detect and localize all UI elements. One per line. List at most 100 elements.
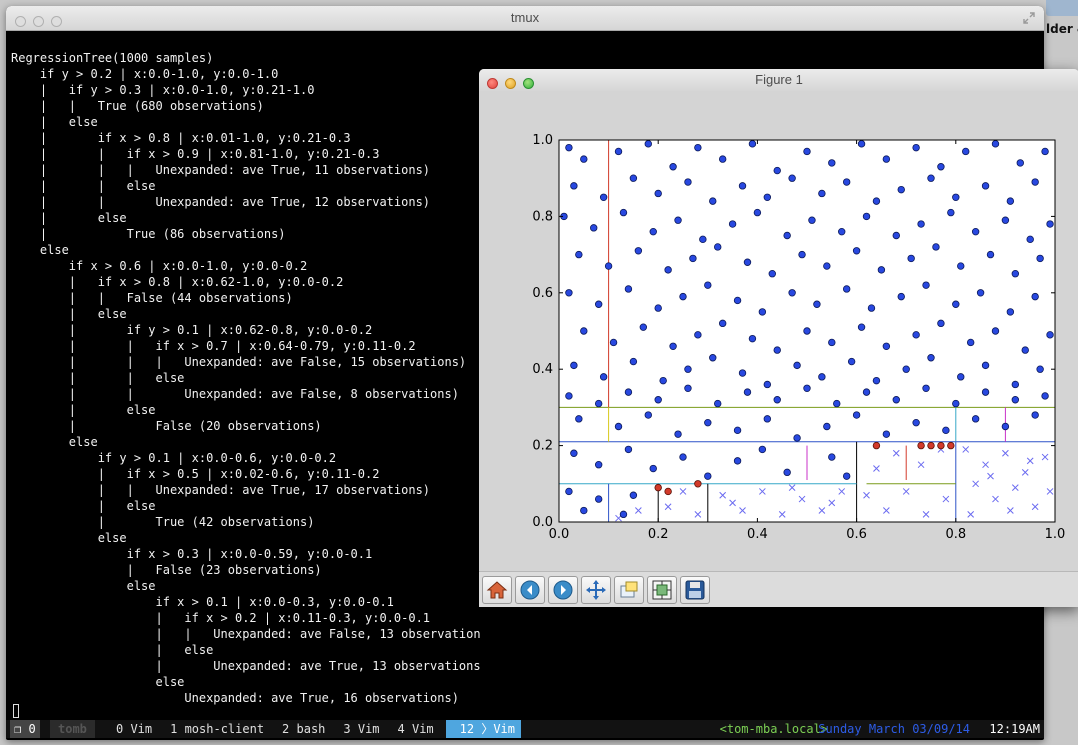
true-point [912, 418, 920, 427]
y-tick-label: 1.0 [532, 133, 553, 148]
terminal-line: | | if x > 0.9 | x:0.81-1.0, y:0.21-0.3 [11, 147, 380, 161]
scatter-plot[interactable]: 0.0 0.2 0.4 0.6 0.8 1.00.00.20.40.60.81.0 [479, 91, 1078, 571]
true-point [565, 289, 573, 297]
true-point [773, 166, 781, 175]
true-point [594, 495, 603, 503]
true-point [674, 216, 682, 224]
terminal-line: | if y > 0.3 | x:0.0-1.0, y:0.21-1.0 [11, 83, 315, 97]
subplots-icon [652, 580, 672, 600]
tmux-titlebar[interactable]: tmux [6, 6, 1044, 31]
true-point [763, 193, 772, 201]
terminal-output[interactable]: RegressionTree(1000 samples) if y > 0.2 … [11, 50, 481, 710]
true-point [714, 399, 722, 408]
true-point [674, 430, 682, 438]
true-point [1006, 197, 1015, 205]
terminal-line: if y > 0.1 | x:0.0-0.6, y:0.0-0.2 [11, 451, 337, 465]
true-point [624, 388, 633, 396]
true-point [1046, 220, 1054, 228]
true-point [634, 247, 643, 255]
status-window-2[interactable]: 2 bash [282, 720, 325, 738]
desktop-folder-icon[interactable] [1046, 0, 1078, 16]
true-point [788, 174, 796, 182]
home-button[interactable] [482, 576, 512, 604]
true-point [882, 430, 891, 438]
split-point [927, 441, 935, 450]
figure-titlebar[interactable]: Figure 1 [479, 69, 1078, 92]
true-point [624, 445, 633, 454]
desktop-folder-label: lder 4 [1046, 22, 1078, 36]
status-window-3[interactable]: 3 Vim [343, 720, 379, 738]
true-point [704, 418, 712, 427]
true-point [644, 411, 652, 419]
status-window-4[interactable]: 4 Vim [398, 720, 434, 738]
true-point [1016, 159, 1024, 167]
back-button[interactable] [515, 576, 545, 604]
true-point [783, 231, 791, 240]
true-point [629, 174, 638, 182]
move-icon [586, 580, 606, 600]
true-point [1001, 216, 1010, 224]
y-tick-label: 0.0 [532, 515, 553, 530]
true-point [803, 327, 811, 335]
terminal-line: | | Unexpanded: ave False, 8 observation… [11, 387, 459, 401]
true-point [580, 155, 588, 163]
true-point [614, 147, 623, 156]
true-point [892, 231, 900, 240]
true-point [1006, 308, 1015, 316]
terminal-line: | if y > 0.1 | x:0.62-0.8, y:0.0-0.2 [11, 323, 373, 337]
terminal-line: | if x > 0.2 | x:0.11-0.3, y:0.0-0.1 [11, 611, 431, 625]
true-point [733, 426, 742, 435]
terminal-line: else [11, 531, 127, 545]
true-point [818, 189, 826, 198]
true-point [669, 342, 677, 350]
true-point [599, 373, 608, 381]
fullscreen-icon[interactable] [1022, 11, 1036, 25]
terminal-line: | else [11, 403, 156, 417]
true-point [1041, 392, 1049, 400]
figure-toolbar [479, 571, 1078, 607]
true-point [614, 422, 623, 431]
true-point [937, 163, 945, 171]
true-point [689, 254, 697, 263]
status-window-1[interactable]: 1 mosh-client [170, 720, 264, 738]
subplots-button[interactable] [647, 576, 677, 604]
terminal-line: | | if x > 0.7 | x:0.64-0.79, y:0.11-0.2 [11, 339, 416, 353]
status-window-list: 0 Vim 1 mosh-client 2 bash 3 Vim 4 Vim 12 〉Vi… [116, 720, 539, 738]
true-point [594, 399, 603, 408]
terminal-line: else [11, 579, 156, 593]
true-point [743, 388, 752, 396]
terminal-line: if x > 0.1 | x:0.0-0.3, y:0.0-0.1 [11, 595, 394, 609]
terminal-line: | True (86 observations) [11, 227, 286, 241]
split-point [947, 441, 955, 450]
true-point [1026, 235, 1034, 244]
split-point [937, 441, 945, 450]
status-session: ❐ 0 [10, 720, 40, 738]
terminal-line: | | else [11, 371, 185, 385]
true-point [649, 227, 657, 236]
true-point [565, 143, 573, 152]
true-point [718, 319, 727, 328]
true-point [937, 319, 945, 328]
forward-button[interactable] [548, 576, 578, 604]
true-point [1036, 365, 1044, 373]
true-point [857, 323, 866, 331]
status-window-5[interactable]: 12 〉Vim [445, 720, 522, 738]
true-point [971, 227, 980, 236]
status-window-0[interactable]: 0 Vim [116, 720, 152, 738]
true-point [629, 357, 638, 366]
true-point [962, 147, 970, 156]
true-point [927, 174, 935, 182]
terminal-line: | | True (680 observations) [11, 99, 264, 113]
terminal-line: | | | Unexpanded: ave True, 11 observati… [11, 163, 431, 177]
terminal-line: | False (23 observations) [11, 563, 322, 577]
true-point [852, 247, 861, 255]
x-tick-label: 0.6 [846, 527, 867, 542]
pan-button[interactable] [581, 576, 611, 604]
true-point [704, 281, 712, 289]
true-point [838, 227, 846, 236]
save-button[interactable] [680, 576, 710, 604]
true-point [1046, 331, 1054, 339]
zoom-button[interactable] [614, 576, 644, 604]
true-point [580, 506, 588, 515]
true-point [1031, 178, 1039, 186]
